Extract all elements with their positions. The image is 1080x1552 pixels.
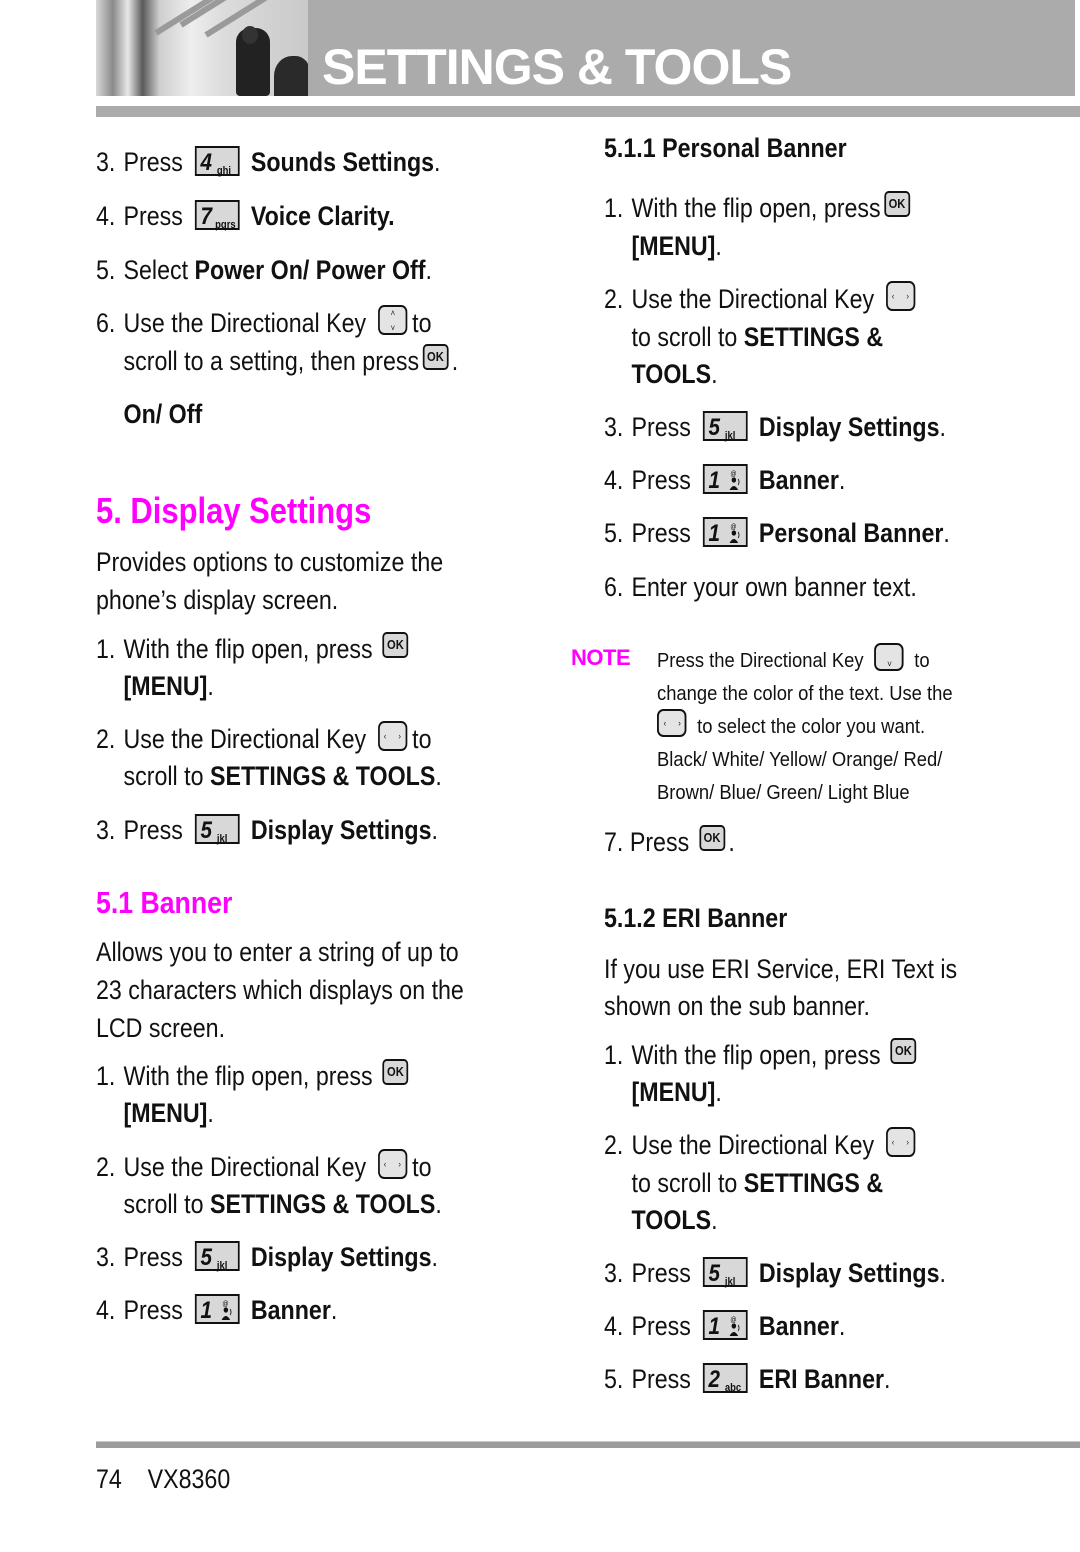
step: 2. Use the Directional Key ‹ › to — [96, 720, 432, 758]
directional-key-up-down-icon: ˄ ˅ — [377, 304, 408, 335]
step: 1. With the flip open, press OK — [604, 189, 913, 227]
step: 3. Press 5 jkl Display Settings. — [96, 1240, 438, 1272]
note-text: Black/ White/ Yellow/ Orange/ Red/ — [657, 749, 943, 771]
key-1-voicemail-icon: 1 @ — [702, 516, 748, 547]
svg-text:@: @ — [222, 1301, 228, 1309]
key-7-icon: 7 pqrs — [194, 199, 240, 231]
svg-text:@: @ — [730, 524, 736, 532]
directional-key-left-right-icon: ‹ › — [377, 1148, 408, 1179]
directional-key-left-right-icon: ‹ › — [377, 720, 408, 751]
step-continuation: TOOLS. — [631, 359, 718, 389]
step-continuation: scroll to SETTINGS & TOOLS. — [123, 1189, 442, 1219]
step: 1. With the flip open, press OK — [604, 1036, 920, 1074]
step: 2. Use the Directional Key ‹ › to — [96, 1148, 432, 1186]
key-5-icon: 5 jkl — [194, 813, 240, 845]
directional-key-down-icon: ˅ — [874, 642, 904, 671]
step: 5. Press 1 @ Personal Banner. — [604, 516, 950, 548]
step-continuation: [MENU]. — [631, 1077, 722, 1107]
step: 2. Use the Directional Key ‹ › — [604, 1126, 920, 1164]
ok-key-icon: OK — [884, 190, 910, 217]
page-header: SETTINGS & TOOLS — [96, 0, 1075, 96]
subsection-heading-eri-banner: 5.1.2 ERI Banner — [604, 903, 788, 933]
key-5-icon: 5 jkl — [702, 410, 748, 442]
step: 3. Press 5 jkl Display Settings. — [604, 410, 946, 442]
step: 4. Press 7 pqrs Voice Clarity. — [96, 199, 395, 231]
note-text: change the color of the text. Use the — [657, 683, 953, 705]
directional-key-left-right-icon: ‹ › — [657, 708, 687, 737]
step-continuation: to scroll to SETTINGS & — [631, 1168, 884, 1198]
header-divider — [96, 106, 1080, 117]
step-continuation: to scroll to SETTINGS & — [631, 322, 884, 352]
step-continuation: TOOLS. — [631, 1205, 718, 1235]
ok-key-icon: OK — [382, 1058, 409, 1085]
section-description: LCD screen. — [96, 1013, 226, 1043]
ok-key-icon: OK — [422, 343, 449, 370]
note-label: NOTE — [571, 645, 631, 670]
step: 7. Press OK. — [604, 823, 735, 861]
ok-key-icon: OK — [382, 631, 409, 658]
section-description: 23 characters which displays on the — [96, 975, 464, 1005]
step: 5. Select Power On/ Power Off. — [96, 255, 432, 285]
page-footer: 74 VX8360 — [96, 1464, 230, 1495]
svg-text:@: @ — [730, 1317, 736, 1325]
step: 4. Press 1 @ Banner. — [96, 1293, 338, 1325]
section-description: Allows you to enter a string of up to — [96, 937, 459, 967]
section-description: Provides options to customize the — [96, 547, 444, 577]
step: 1. With the flip open, press OK — [96, 1057, 412, 1095]
step: 3. Press 5 jkl Display Settings. — [96, 813, 438, 845]
section-description: phone’s display screen. — [96, 585, 339, 615]
step-continuation: [MENU]. — [631, 231, 722, 261]
page-title: SETTINGS & TOOLS — [322, 39, 792, 95]
ok-key-icon: OK — [699, 824, 725, 851]
directional-key-left-right-icon: ‹ › — [885, 280, 916, 311]
footer-divider — [96, 1441, 1080, 1448]
ok-key-icon: OK — [890, 1037, 917, 1064]
section-description: If you use ERI Service, ERI Text is — [604, 954, 958, 984]
key-2-icon: 2 abc — [702, 1362, 748, 1394]
section-description: shown on the sub banner. — [604, 991, 870, 1021]
note-text: Press the Directional Key ˅ to — [657, 642, 930, 678]
step: 1. With the flip open, press OK — [96, 630, 412, 668]
note-text: Brown/ Blue/ Green/ Light Blue — [657, 782, 910, 804]
key-5-icon: 5 jkl — [702, 1256, 748, 1288]
section-heading-display-settings: 5. Display Settings — [96, 490, 372, 531]
section-heading-banner: 5.1 Banner — [96, 885, 233, 920]
model-name: VX8360 — [147, 1464, 231, 1494]
key-1-voicemail-icon: 1 @ — [702, 463, 748, 494]
step: 6. Use the Directional Key ˄ ˅ to — [96, 304, 432, 342]
directional-key-left-right-icon: ‹ › — [885, 1126, 916, 1157]
step: 6. Enter your own banner text. — [604, 572, 917, 602]
step: 5. Press 2 abc ERI Banner. — [604, 1362, 891, 1394]
page-number: 74 — [96, 1464, 122, 1494]
step: 4. Press 1 @ Banner. — [604, 463, 846, 495]
step-continuation: scroll to SETTINGS & TOOLS. — [123, 761, 442, 791]
step: 3. Press 4 ghi Sounds Settings. — [96, 145, 441, 177]
key-1-voicemail-icon: 1 @ — [194, 1293, 240, 1324]
step: 2. Use the Directional Key ‹ › — [604, 280, 920, 318]
key-4-icon: 4 ghi — [194, 145, 240, 177]
option-values: On/ Off — [123, 399, 203, 429]
note-text: ‹ › to select the color you want. — [657, 708, 925, 744]
key-1-voicemail-icon: 1 @ — [702, 1309, 748, 1340]
step: 4. Press 1 @ Banner. — [604, 1309, 846, 1341]
subsection-heading-personal-banner: 5.1.1 Personal Banner — [604, 133, 847, 163]
step: 3. Press 5 jkl Display Settings. — [604, 1256, 946, 1288]
svg-text:@: @ — [730, 471, 736, 479]
step-continuation: [MENU]. — [123, 1098, 214, 1128]
step-continuation: [MENU]. — [123, 671, 214, 701]
step-continuation: scroll to a setting, then press OK. — [96, 342, 458, 380]
note-box: NOTE Press the Directional Key ˅ to chan… — [571, 642, 1024, 815]
key-5-icon: 5 jkl — [194, 1240, 240, 1272]
header-photo — [96, 0, 308, 96]
